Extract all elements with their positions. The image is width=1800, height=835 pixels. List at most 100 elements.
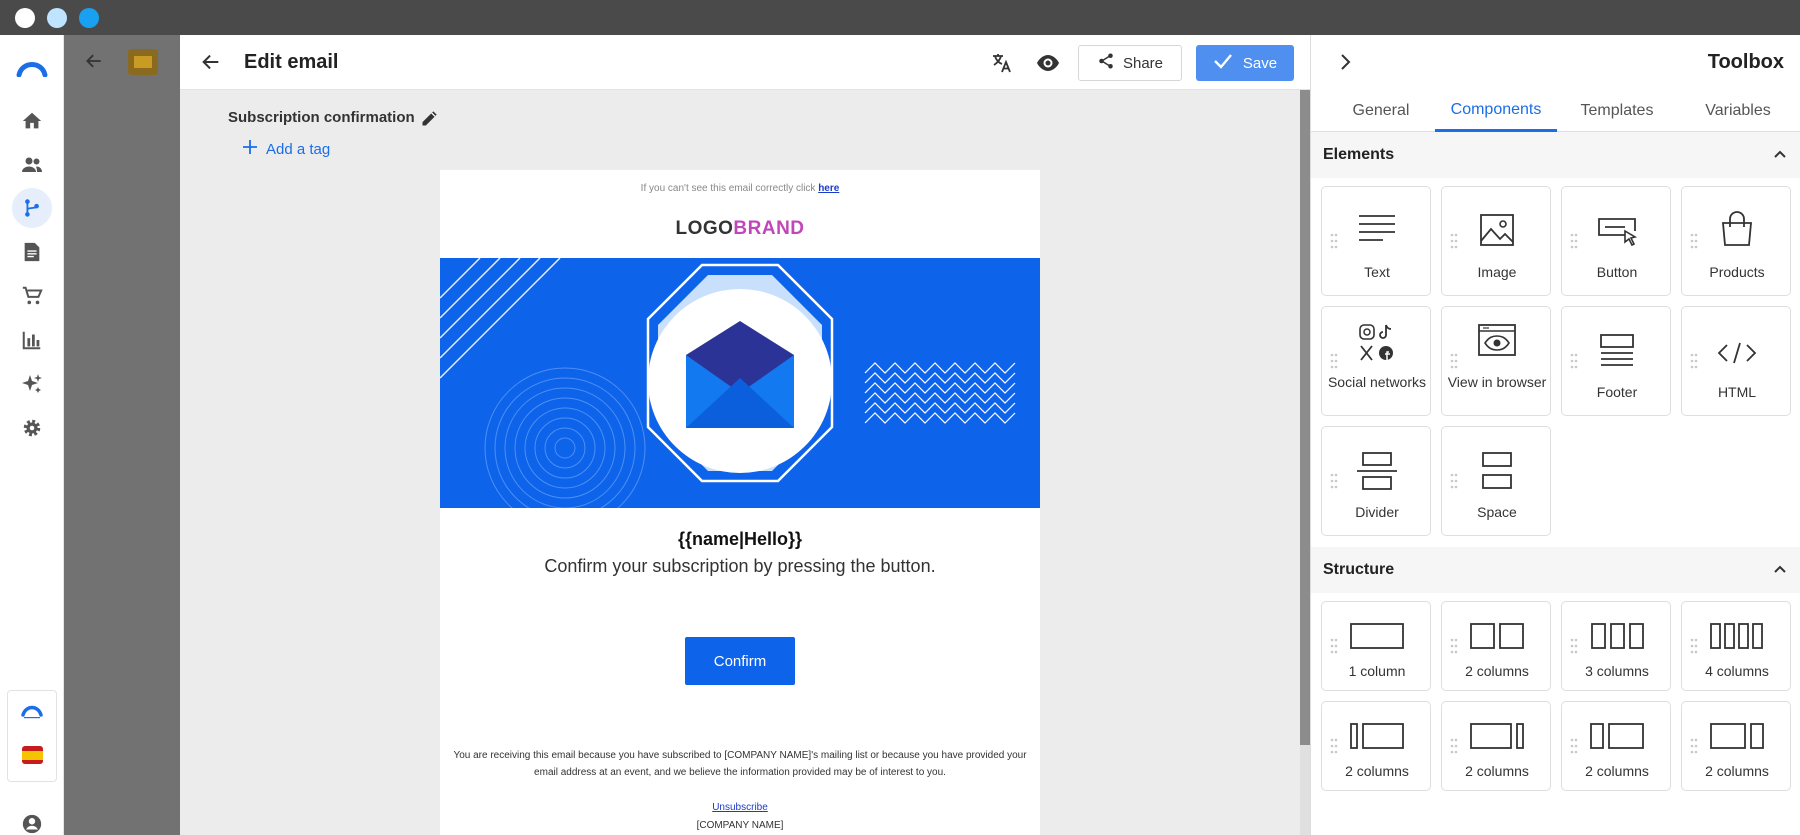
drag-handle-icon[interactable]	[1570, 638, 1578, 659]
element-card-footer[interactable]: Footer	[1561, 306, 1671, 416]
cart-icon[interactable]	[12, 276, 52, 316]
email-subtitle: Confirm your subscription by pressing th…	[544, 556, 936, 576]
social-networks-icon	[1355, 323, 1399, 368]
contacts-icon[interactable]	[12, 145, 52, 185]
edit-pencil-icon[interactable]	[420, 108, 440, 133]
back-arrow-icon[interactable]	[200, 51, 222, 78]
email-logo: LOGOBRAND	[440, 218, 1040, 240]
unsubscribe-link[interactable]: Unsubscribe	[440, 802, 1040, 813]
element-card-products[interactable]: Products	[1681, 186, 1791, 296]
structure-2-columns-small-right[interactable]: 2 columns	[1681, 701, 1791, 791]
tab-general[interactable]: General	[1331, 90, 1431, 132]
add-tag-button[interactable]: Add a tag	[242, 139, 330, 159]
drag-handle-icon[interactable]	[1330, 473, 1338, 494]
drag-handle-icon[interactable]	[1450, 638, 1458, 659]
logo-text-2: BRAND	[733, 218, 805, 239]
element-card-html[interactable]: HTML	[1681, 306, 1791, 416]
structure-2-columns-narrow-left[interactable]: 2 columns	[1321, 701, 1431, 791]
code-icon	[1715, 341, 1759, 370]
structure-3-columns[interactable]: 3 columns	[1561, 601, 1671, 691]
editor-scrollbar-thumb[interactable]	[1300, 90, 1310, 745]
email-thumbnail-icon	[128, 49, 158, 75]
drag-handle-icon[interactable]	[1450, 473, 1458, 494]
reports-icon[interactable]	[12, 320, 52, 360]
drag-handle-icon[interactable]	[1570, 353, 1578, 374]
window-dot-3[interactable]	[79, 8, 99, 28]
share-button[interactable]: Share	[1078, 45, 1182, 81]
confirm-button[interactable]: Confirm	[685, 637, 795, 685]
elements-section-header[interactable]: Elements	[1311, 132, 1800, 178]
structure-label: 1 column	[1348, 663, 1406, 679]
element-card-divider[interactable]: Divider	[1321, 426, 1431, 536]
window-dot-2[interactable]	[47, 8, 67, 28]
three-columns-layout-icon	[1589, 622, 1645, 655]
drag-handle-icon[interactable]	[1690, 638, 1698, 659]
drag-handle-icon[interactable]	[1450, 738, 1458, 759]
drag-handle-icon[interactable]	[1330, 638, 1338, 659]
structure-section-header[interactable]: Structure	[1311, 547, 1800, 593]
two-columns-1-3-layout-icon	[1349, 722, 1405, 755]
element-label: HTML	[1717, 384, 1757, 400]
document-icon[interactable]	[12, 232, 52, 272]
account-icon[interactable]	[12, 804, 52, 835]
workspace-switcher[interactable]	[7, 690, 57, 782]
left-navigation-rail	[0, 35, 64, 835]
element-card-image[interactable]: Image	[1441, 186, 1551, 296]
space-icon	[1475, 451, 1519, 496]
structure-2-columns-narrow-right[interactable]: 2 columns	[1441, 701, 1551, 791]
drag-handle-icon[interactable]	[1570, 233, 1578, 254]
drag-handle-icon[interactable]	[1330, 738, 1338, 759]
add-tag-label: Add a tag	[266, 140, 331, 158]
drag-handle-icon[interactable]	[1690, 738, 1698, 759]
spain-flag-icon[interactable]	[22, 746, 43, 764]
email-greeting: {{name|Hello}}	[677, 529, 803, 549]
drag-handle-icon[interactable]	[1690, 233, 1698, 254]
drag-handle-icon[interactable]	[1330, 353, 1338, 374]
element-label: Products	[1709, 264, 1765, 280]
element-card-social-networks[interactable]: Social networks	[1321, 306, 1431, 416]
drag-handle-icon[interactable]	[1570, 738, 1578, 759]
tab-variables[interactable]: Variables	[1683, 90, 1793, 132]
hero-banner	[440, 258, 1040, 508]
preview-eye-icon[interactable]	[1036, 52, 1060, 79]
element-card-view-in-browser[interactable]: View in browser	[1441, 306, 1551, 416]
structure-label: 2 columns	[1585, 763, 1649, 779]
structure-label: 3 columns	[1585, 663, 1649, 679]
window-dot-1[interactable]	[15, 8, 35, 28]
element-card-space[interactable]: Space	[1441, 426, 1551, 536]
automation-icon[interactable]	[12, 188, 52, 228]
email-preview[interactable]: If you can't see this email correctly cl…	[440, 170, 1040, 835]
share-icon	[1097, 52, 1115, 74]
structure-label: 2 columns	[1705, 763, 1769, 779]
drag-handle-icon[interactable]	[1330, 233, 1338, 254]
settings-icon[interactable]	[12, 408, 52, 448]
elements-title: Elements	[1323, 146, 1395, 163]
drag-handle-icon[interactable]	[1690, 353, 1698, 374]
translate-icon[interactable]	[990, 51, 1014, 80]
ai-sparkle-icon[interactable]	[12, 364, 52, 404]
email-footer-text: You are receiving this email because you…	[453, 750, 1027, 778]
element-label: Button	[1596, 264, 1638, 280]
chevron-up-icon[interactable]	[1773, 562, 1787, 580]
structure-1-column[interactable]: 1 column	[1321, 601, 1431, 691]
element-card-button[interactable]: Button	[1561, 186, 1671, 296]
chevron-up-icon[interactable]	[1773, 147, 1787, 165]
preheader-link[interactable]: here	[818, 183, 839, 194]
page-title: Edit email	[244, 51, 339, 73]
tab-components[interactable]: Components	[1435, 90, 1557, 132]
home-icon[interactable]	[12, 101, 52, 141]
collapse-panel-icon[interactable]	[1339, 53, 1353, 76]
structure-4-columns[interactable]: 4 columns	[1681, 601, 1791, 691]
structure-2-columns[interactable]: 2 columns	[1441, 601, 1551, 691]
element-label: Divider	[1355, 504, 1399, 520]
drag-handle-icon[interactable]	[1450, 233, 1458, 254]
app-logo-icon[interactable]	[12, 47, 52, 87]
element-card-text[interactable]: Text	[1321, 186, 1431, 296]
save-button[interactable]: Save	[1196, 45, 1294, 81]
toolbox-title: Toolbox	[1707, 51, 1784, 73]
drag-handle-icon[interactable]	[1450, 353, 1458, 374]
tab-templates[interactable]: Templates	[1561, 90, 1673, 132]
plus-icon	[242, 139, 258, 159]
structure-2-columns-small-left[interactable]: 2 columns	[1561, 701, 1671, 791]
two-columns-3-1-layout-icon	[1469, 722, 1525, 755]
